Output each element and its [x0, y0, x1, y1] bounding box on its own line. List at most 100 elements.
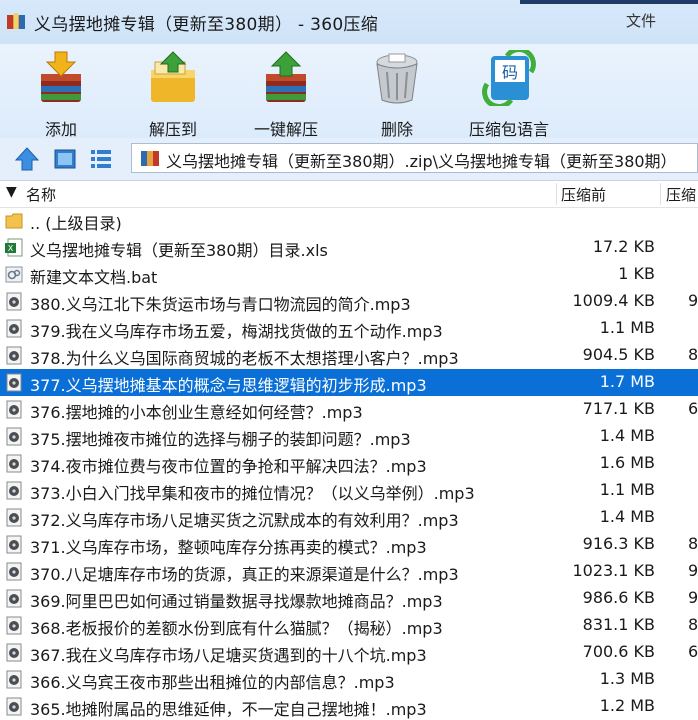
audio-file-icon — [6, 319, 22, 338]
file-row[interactable]: 372.义乌库存市场八足塘买货之沉默成本的有效利用？.mp3 1.4 MB — [0, 504, 698, 531]
thumbnail-view-icon[interactable] — [52, 146, 78, 172]
audio-file-icon — [6, 346, 22, 365]
file-row[interactable]: X 义乌摆地摊专辑（更新至380期）目录.xls 17.2 KB — [0, 234, 698, 261]
archive-app-icon — [7, 13, 25, 29]
file-size-before: 1.4 MB — [599, 507, 655, 526]
file-row[interactable]: 379.我在义乌库存市场五爱，梅湖找货做的五个动作.mp3 1.1 MB — [0, 315, 698, 342]
file-row[interactable]: 368.老板报价的差额水份到底有什么猫腻？（揭秘）.mp3 831.1 KB 8 — [0, 612, 698, 639]
extract-to-label: 解压到 — [148, 120, 197, 139]
svg-text:X: X — [8, 244, 14, 253]
file-row[interactable]: 370.八足塘库存市场的货源，真正的来源渠道是什么？.mp3 1023.1 KB 9 — [0, 558, 698, 585]
add-label: 添加 — [44, 120, 77, 139]
window-title: 义乌摆地摊专辑（更新至380期） - 360压缩 — [34, 15, 379, 35]
audio-file-icon — [6, 373, 22, 392]
file-row[interactable]: 新建文本文档.bat 1 KB — [0, 261, 698, 288]
file-size-before: 717.1 KB — [582, 399, 655, 418]
file-row[interactable]: 371.义乌库存市场，整顿吨库存分拣再卖的模式？.mp3 916.3 KB 8 — [0, 531, 698, 558]
file-size-before: 1023.1 KB — [572, 561, 655, 580]
file-size-before: 1009.4 KB — [572, 291, 655, 310]
file-name: 371.义乌库存市场，整顿吨库存分拣再卖的模式？.mp3 — [30, 538, 427, 557]
title-bar: 义乌摆地摊专辑（更新至380期） - 360压缩 文件 — [0, 0, 698, 44]
audio-file-icon — [6, 643, 22, 662]
audio-file-icon — [6, 562, 22, 581]
file-size-after: 6 — [688, 399, 698, 418]
file-size-after: 9 — [688, 561, 698, 580]
audio-file-icon — [6, 535, 22, 554]
file-name: 366.义乌宾王夜市那些出租摊位的内部信息？.mp3 — [30, 673, 395, 692]
one-click-extract-button[interactable]: 一键解压 — [250, 50, 322, 140]
file-size-before: 17.2 KB — [592, 237, 655, 256]
file-size-before: 1.1 MB — [599, 318, 655, 337]
file-name: 369.阿里巴巴如何通过销量数据寻找爆款地摊商品？.mp3 — [30, 592, 443, 611]
file-row[interactable]: 374.夜市摊位费与夜市位置的争抢和平解决四法？.mp3 1.6 MB — [0, 450, 698, 477]
file-size-after: 9 — [688, 291, 698, 310]
file-row[interactable]: 369.阿里巴巴如何通过销量数据寻找爆款地摊商品？.mp3 986.6 KB 9 — [0, 585, 698, 612]
file-row[interactable]: 373.小白入门找早集和夜市的摊位情况？（以义乌举例）.mp3 1.1 MB — [0, 477, 698, 504]
audio-file-icon — [6, 616, 22, 635]
audio-file-icon — [6, 670, 22, 689]
file-name: 370.八足塘库存市场的货源，真正的来源渠道是什么？.mp3 — [30, 565, 459, 584]
file-row[interactable]: .. (上级目录) — [0, 207, 698, 234]
file-size-after: 8 — [688, 534, 698, 553]
file-row[interactable]: 365.地摊附属品的思维延伸，不一定自己摆地摊！.mp3 1.2 MB — [0, 693, 698, 720]
column-name[interactable]: 名称 — [26, 184, 56, 205]
file-name: 379.我在义乌库存市场五爱，梅湖找货做的五个动作.mp3 — [30, 322, 443, 341]
file-size-before: 1.7 MB — [599, 372, 655, 391]
file-row[interactable]: 378.为什么义乌国际商贸城的老板不太想搭理小客户？.mp3 904.5 KB 8 — [0, 342, 698, 369]
file-size-before: 1 KB — [618, 264, 655, 283]
file-size-before: 700.6 KB — [582, 642, 655, 661]
file-row[interactable]: 367.我在义乌库存市场八足塘买货遇到的十八个坑.mp3 700.6 KB 6 — [0, 639, 698, 666]
file-row[interactable]: 380.义乌江北下朱货运市场与青口物流园的简介.mp3 1009.4 KB 9 — [0, 288, 698, 315]
file-size-before: 986.6 KB — [582, 588, 655, 607]
file-row[interactable]: 366.义乌宾王夜市那些出租摊位的内部信息？.mp3 1.3 MB — [0, 666, 698, 693]
file-name: 368.老板报价的差额水份到底有什么猫腻？（揭秘）.mp3 — [30, 619, 443, 638]
file-size-before: 1.4 MB — [599, 426, 655, 445]
batch-file-icon — [5, 266, 23, 283]
extract-to-icon — [151, 51, 195, 102]
file-name: 义乌摆地摊专辑（更新至380期）目录.xls — [30, 241, 328, 260]
svg-text:码: 码 — [502, 63, 518, 82]
archive-language-button[interactable]: 码 压缩包语言 — [462, 47, 556, 140]
file-size-before: 916.3 KB — [582, 534, 655, 553]
file-size-before: 1.1 MB — [599, 480, 655, 499]
file-size-after: 9 — [688, 588, 698, 607]
column-separator[interactable] — [660, 183, 661, 205]
list-view-icon[interactable] — [88, 146, 114, 172]
extract-to-button[interactable]: 解压到 — [140, 50, 206, 140]
file-row[interactable]: 375.摆地摊夜市摊位的选择与棚子的装卸问题？.mp3 1.4 MB — [0, 423, 698, 450]
archive-language-label: 压缩包语言 — [468, 120, 549, 139]
column-size-before[interactable]: 压缩前 — [561, 184, 606, 205]
excel-file-icon: X — [5, 238, 23, 257]
column-size-after[interactable]: 压缩 — [666, 184, 696, 205]
file-name: 365.地摊附属品的思维延伸，不一定自己摆地摊！.mp3 — [30, 700, 427, 719]
file-name: 新建文本文档.bat — [30, 268, 158, 287]
audio-file-icon — [6, 427, 22, 446]
path-text: 义乌摆地摊专辑（更新至380期）.zip\义乌摆地摊专辑（更新至380期） — [166, 152, 677, 171]
delete-button[interactable]: 删除 — [366, 50, 428, 140]
column-separator[interactable] — [556, 183, 557, 205]
file-size-after: 8 — [688, 345, 698, 364]
file-size-before: 1.2 MB — [599, 696, 655, 715]
file-name: 367.我在义乌库存市场八足塘买货遇到的十八个坑.mp3 — [30, 646, 427, 665]
file-row[interactable]: 377.义乌摆地摊基本的概念与思维逻辑的初步形成.mp3 1.7 MB — [0, 369, 698, 396]
menu-file[interactable]: 文件 — [626, 10, 656, 31]
up-level-icon[interactable] — [14, 146, 40, 172]
file-name: 376.摆地摊的小本创业生意经如何经营？.mp3 — [30, 403, 363, 422]
file-row[interactable]: 376.摆地摊的小本创业生意经如何经营？.mp3 717.1 KB 6 — [0, 396, 698, 423]
one-click-extract-icon — [266, 51, 306, 102]
sort-arrow-icon[interactable]: ▼ — [6, 184, 17, 200]
archive-path-icon — [141, 151, 159, 166]
add-button[interactable]: 添加 — [30, 50, 92, 140]
column-header: ▼ 名称 压缩前 压缩 — [0, 181, 698, 208]
delete-label: 删除 — [380, 120, 413, 139]
add-archive-icon — [41, 51, 81, 102]
audio-file-icon — [6, 400, 22, 419]
navigation-bar: 义乌摆地摊专辑（更新至380期）.zip\义乌摆地摊专辑（更新至380期） — [0, 138, 698, 181]
file-name: 375.摆地摊夜市摊位的选择与棚子的装卸问题？.mp3 — [30, 430, 411, 449]
file-size-before: 831.1 KB — [582, 615, 655, 634]
audio-file-icon — [6, 292, 22, 311]
path-field[interactable]: 义乌摆地摊专辑（更新至380期）.zip\义乌摆地摊专辑（更新至380期） — [131, 143, 698, 173]
audio-file-icon — [6, 589, 22, 608]
main-toolbar: 添加 解压到 一键解压 删除 码 压缩包语言 — [0, 44, 698, 140]
file-size-after: 6 — [688, 642, 698, 661]
